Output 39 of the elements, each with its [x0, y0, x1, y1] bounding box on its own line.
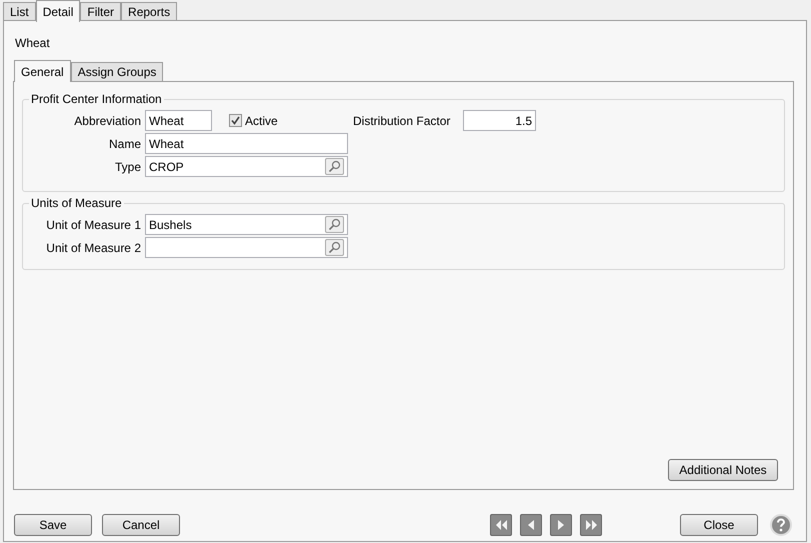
field-label: Unit of Measure 2 [46, 240, 141, 254]
abbreviation-field[interactable]: Wheat [145, 110, 212, 131]
field-label: Type [114, 160, 141, 174]
last-record-button[interactable] [580, 514, 602, 536]
search-icon[interactable] [325, 158, 344, 175]
next-record-button[interactable] [550, 514, 572, 536]
unit-of-measure-field[interactable]: Bushels [145, 214, 348, 235]
group-title: Profit Center Information [31, 92, 162, 106]
double-triangle-icon [586, 520, 596, 530]
close-button[interactable]: Close [680, 514, 758, 536]
cancel-button[interactable]: Cancel [102, 514, 180, 536]
checkbox-label: Active [245, 112, 278, 130]
distribution-factor-field[interactable]: 1.5 [463, 110, 536, 131]
field-label: Name [108, 136, 141, 150]
triangle-icon [528, 520, 534, 530]
unit-of-measure-field[interactable] [145, 237, 348, 258]
additional-notes-button[interactable]: Additional Notes [668, 459, 778, 481]
name-field[interactable]: Wheat [145, 133, 348, 154]
help-icon[interactable] [770, 514, 792, 536]
record-title: Wheat [15, 36, 50, 50]
save-button[interactable]: Save [14, 514, 92, 536]
field-label: Unit of Measure 1 [46, 218, 141, 232]
type-field[interactable]: CROP [145, 156, 348, 177]
tab[interactable]: Reports [121, 2, 178, 21]
tab[interactable]: List [3, 2, 36, 21]
tab[interactable]: Assign Groups [70, 62, 164, 81]
tab[interactable]: Filter [80, 2, 122, 21]
triangle-icon [558, 520, 564, 530]
group-title: Units of Measure [31, 196, 122, 210]
field-label: Abbreviation [74, 114, 141, 128]
search-icon[interactable] [325, 239, 344, 256]
search-icon[interactable] [325, 216, 344, 233]
previous-record-button[interactable] [520, 514, 542, 536]
tab[interactable]: General [14, 60, 71, 82]
tab[interactable]: Detail [36, 0, 80, 22]
field-label: Distribution Factor [353, 114, 450, 128]
first-record-button[interactable] [490, 514, 512, 536]
active-checkbox[interactable] [229, 114, 242, 127]
double-triangle-icon [496, 520, 506, 530]
